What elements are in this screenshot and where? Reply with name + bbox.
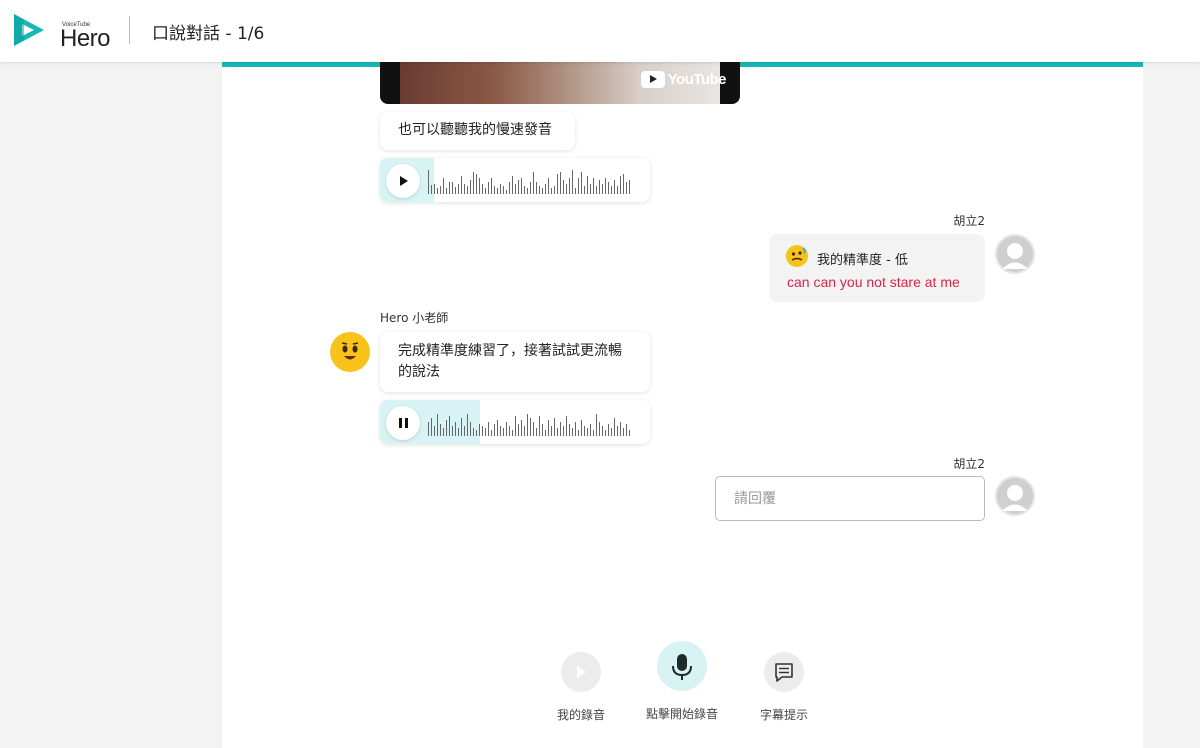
audio-player[interactable] bbox=[380, 400, 650, 444]
page-title: 口說對話 - 1/6 bbox=[152, 24, 265, 44]
user-transcript: can can you not stare at me bbox=[787, 274, 960, 290]
subtitle-hint-control[interactable]: 字幕提示 bbox=[734, 652, 834, 723]
play-icon bbox=[400, 176, 408, 186]
subtitle-hint-label: 字幕提示 bbox=[759, 708, 808, 722]
message-text-line: 完成精準度練習了，接著試試更流暢 bbox=[398, 343, 622, 359]
message-text: 也可以聽聽我的慢速發音 bbox=[398, 122, 552, 138]
play-button[interactable] bbox=[386, 164, 420, 198]
hero-avatar bbox=[330, 332, 370, 372]
record-label: 點擊開始錄音 bbox=[645, 707, 718, 721]
user-score-bubble: 我的精準度 - 低 can can you not stare at me bbox=[769, 234, 985, 302]
record-button[interactable] bbox=[657, 641, 707, 691]
logo-wordmark: Hero bbox=[60, 25, 111, 52]
my-recording-label: 我的錄音 bbox=[556, 708, 605, 722]
hero-logo[interactable]: VoiceTube Hero bbox=[12, 10, 111, 52]
user-avatar bbox=[995, 234, 1035, 274]
user-name: 胡立2 bbox=[953, 214, 985, 228]
waveform[interactable] bbox=[428, 166, 638, 196]
subtitle-hint-button[interactable] bbox=[764, 652, 804, 692]
youtube-logo: YouTube bbox=[640, 71, 727, 88]
subtitle-icon bbox=[775, 663, 793, 682]
record-control[interactable]: 點擊開始錄音 bbox=[632, 641, 732, 722]
video-player[interactable]: YouTube bbox=[380, 62, 740, 104]
low-score-emoji-icon bbox=[786, 245, 808, 267]
youtube-wordmark: YouTube bbox=[667, 71, 727, 88]
user-avatar bbox=[995, 476, 1035, 516]
play-icon bbox=[577, 666, 586, 678]
pause-icon bbox=[399, 418, 408, 428]
user-name: 胡立2 bbox=[953, 457, 985, 471]
pause-button[interactable] bbox=[386, 406, 420, 440]
microphone-icon bbox=[672, 654, 692, 680]
conversation-panel: YouTube 也可以聽聽我的慢速發音 胡立2 我的精準度 - 低 can ca… bbox=[222, 62, 1143, 748]
top-header: VoiceTube Hero 口說對話 - 1/6 bbox=[0, 0, 1200, 62]
logo-play-icon bbox=[14, 14, 44, 46]
waveform[interactable] bbox=[428, 408, 638, 438]
header-divider bbox=[129, 16, 130, 44]
message-text-line: 的說法 bbox=[398, 364, 440, 380]
audio-player[interactable] bbox=[380, 158, 650, 202]
hero-message-bubble: 完成精準度練習了，接著試試更流暢 的說法 bbox=[380, 332, 650, 392]
hero-message-bubble: 也可以聽聽我的慢速發音 bbox=[380, 112, 575, 150]
accuracy-label: 我的精準度 - 低 bbox=[817, 253, 908, 268]
reply-input[interactable] bbox=[715, 476, 985, 521]
youtube-play-icon bbox=[640, 71, 665, 88]
my-recording-control[interactable]: 我的錄音 bbox=[531, 652, 631, 723]
hero-name: Hero 小老師 bbox=[380, 311, 449, 325]
my-recording-button[interactable] bbox=[561, 652, 601, 692]
